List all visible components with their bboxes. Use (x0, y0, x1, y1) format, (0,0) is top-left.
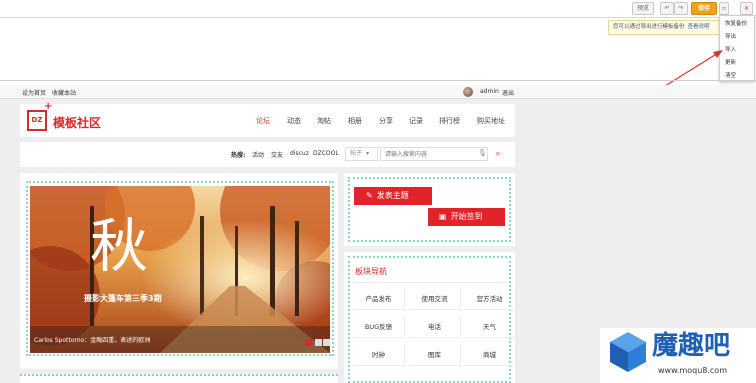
redo-button[interactable]: ↷ (674, 2, 688, 15)
watermark-url: www.moqu8.com (658, 366, 727, 375)
logo-plus-icon: + (44, 101, 53, 112)
logo-mark[interactable]: DZ (27, 110, 47, 131)
undo-icon: ↶ (664, 5, 670, 12)
slide-subtitle: 摄影大篷车第三季3期 (84, 294, 162, 303)
autumn-forest-image (30, 186, 330, 353)
export-tip-link[interactable]: 查看说明 (688, 24, 710, 30)
nav-item-collection[interactable]: 淘帖 (317, 116, 331, 126)
slideshow-image[interactable]: 秋 摄影大篷车第三季3期 Carlos Spottorno：金融四重，表述的欧洲 (30, 186, 330, 353)
post-thread-label: 发表主题 (376, 191, 409, 200)
site-topbar: 设为首页 收藏本站 admin 退出 (0, 85, 756, 99)
forum-nav-divider (353, 282, 507, 283)
hot-search-label: 热搜: (231, 152, 246, 159)
nav-item-album[interactable]: 相册 (348, 116, 362, 126)
forum-item[interactable]: 使用交流 (409, 288, 461, 310)
forum-item[interactable]: BUG反馈 (353, 316, 405, 338)
slide-indicator[interactable] (315, 339, 322, 346)
nav-item-record[interactable]: 记录 (409, 116, 423, 126)
forum-item[interactable]: 产品发布 (353, 288, 405, 310)
microphone-icon[interactable]: 🎙 (478, 149, 487, 157)
chevron-down-icon: ▾ (366, 150, 370, 157)
watermark-brand: 魔趣吧 (652, 331, 731, 361)
slide-caption: Carlos Spottorno：金融四重，表述的欧洲 (34, 337, 151, 344)
forum-item[interactable]: 时钟 (353, 344, 405, 366)
preview-button[interactable]: 预览 (632, 2, 654, 15)
post-thread-button[interactable]: ✎ 发表主题 (354, 187, 432, 205)
forum-nav-title: 板块导航 (355, 267, 387, 276)
forum-item[interactable]: 官方活动 (464, 288, 516, 310)
logout-link[interactable]: 退出 (502, 88, 514, 97)
watermark: 魔趣吧 www.moqu8.com (600, 328, 756, 383)
search-icon[interactable]: ⌕ (491, 147, 505, 161)
username-link[interactable]: admin (480, 88, 499, 95)
slide-indicator[interactable] (323, 339, 330, 346)
left-bottom-card (20, 374, 338, 383)
nav-item-purchase[interactable]: 购买地址 (477, 116, 505, 126)
edit-icon: ✎ (366, 191, 373, 200)
sign-in-label: 开始签到 (450, 212, 483, 221)
search-category-value: 帖子 (350, 150, 363, 157)
nav-item-forum[interactable]: 论坛 (256, 116, 270, 126)
hot-term-3[interactable]: discuz (290, 150, 309, 157)
hot-term-4[interactable]: DZCOOL (313, 150, 339, 157)
sign-in-button[interactable]: ▣ 开始签到 (428, 208, 505, 226)
more-icon: ▫ (721, 5, 727, 12)
set-homepage-link[interactable]: 设为首页 (22, 88, 46, 97)
forum-item[interactable]: 电话 (409, 316, 461, 338)
nav-item-share[interactable]: 分享 (379, 116, 393, 126)
logo-text[interactable]: 模板社区 (53, 114, 101, 131)
forum-item[interactable]: 天气 (464, 316, 516, 338)
forum-item[interactable]: 图库 (409, 344, 461, 366)
nav-item-feed[interactable]: 动态 (287, 116, 301, 126)
avatar[interactable] (463, 87, 473, 97)
nav-item-ranking[interactable]: 排行榜 (439, 116, 460, 126)
forum-item[interactable]: 商城 (464, 344, 516, 366)
editor-toolbar: 预览 ↶ ↷ 保存 ▫ ✕ (0, 0, 756, 18)
bookmark-link[interactable]: 收藏本站 (52, 88, 76, 97)
slide-indicator-active[interactable] (305, 339, 312, 346)
search-input[interactable] (380, 147, 488, 161)
editor-divider (0, 80, 756, 81)
slide-big-character: 秋 (90, 212, 149, 280)
menu-item-restore[interactable]: 恢复备份 (720, 18, 754, 30)
export-tip-text: 您可以通过导出进行模板备份 (613, 24, 685, 30)
search-category-select[interactable]: 帖子 ▾ (345, 147, 378, 161)
export-tip: 您可以通过导出进行模板备份 查看说明 (608, 20, 720, 35)
cube-logo-icon (610, 332, 646, 372)
hot-term-2[interactable]: 交友 (271, 150, 283, 159)
hot-term-1[interactable]: 活动 (252, 150, 264, 159)
calendar-icon: ▣ (439, 212, 447, 221)
undo-button[interactable]: ↶ (660, 2, 674, 15)
close-button[interactable]: ✕ (740, 2, 753, 15)
save-button[interactable]: 保存 (691, 2, 717, 15)
more-options-button[interactable]: ▫ (719, 2, 729, 15)
redo-icon: ↷ (678, 5, 684, 12)
